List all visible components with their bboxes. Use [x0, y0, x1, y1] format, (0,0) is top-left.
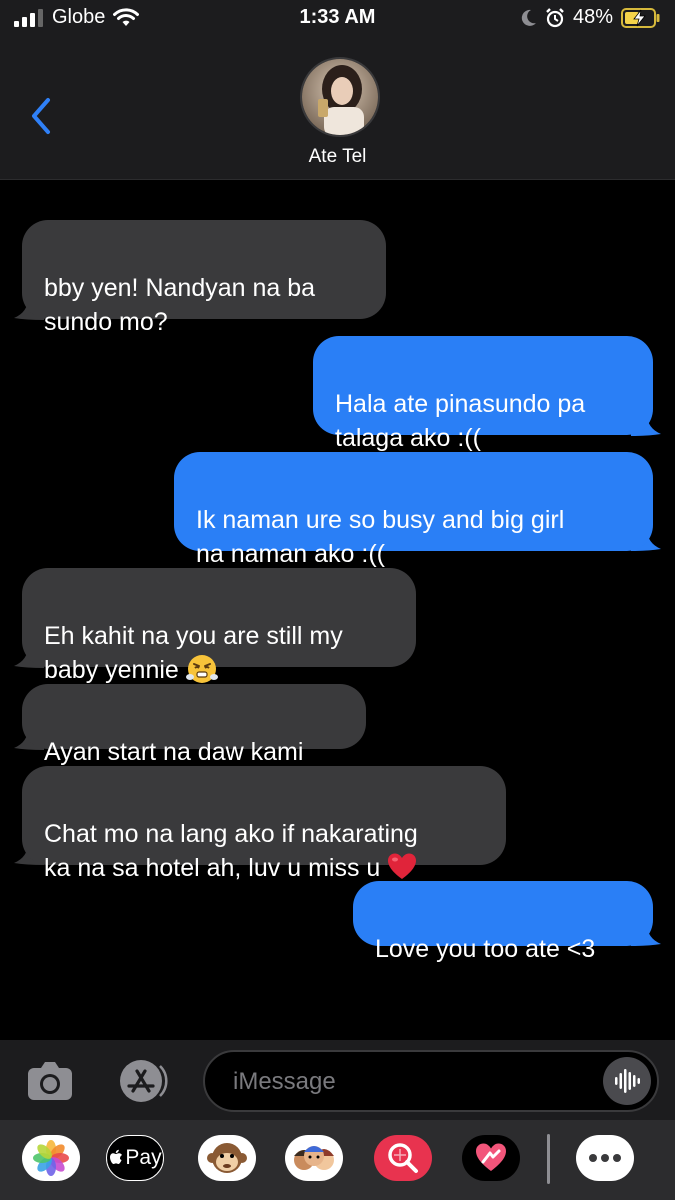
more-icon	[589, 1154, 621, 1162]
battery-percent: 48%	[572, 6, 613, 28]
conversation-header: Ate Tel	[0, 40, 675, 180]
message-bubble-incoming[interactable]: Ayan start na daw kami	[22, 684, 366, 766]
imessage-input[interactable]	[231, 1065, 595, 1099]
message-bubble-outgoing[interactable]: Hala ate pinasundo pa talaga ako :((	[313, 336, 653, 452]
message-thread: bby yen! Nandyan na ba sundo mo? Hala at…	[0, 180, 675, 1040]
app-store-icon[interactable]	[114, 1058, 170, 1104]
message-bubble-outgoing[interactable]: Love you too ate <3	[353, 881, 653, 963]
image-search-button[interactable]	[374, 1135, 432, 1181]
image-search-icon	[388, 1143, 418, 1173]
apple-pay-button[interactable]: Pay	[106, 1135, 164, 1181]
audio-message-button[interactable]	[603, 1057, 651, 1105]
memoji-stickers-button[interactable]	[285, 1135, 343, 1181]
apple-pay-label: Pay	[125, 1146, 162, 1169]
contact-name[interactable]: Ate Tel	[0, 146, 675, 168]
avatar-photo	[302, 59, 378, 135]
waveform-icon	[615, 1069, 640, 1093]
photos-icon	[33, 1140, 69, 1176]
alarm-icon	[546, 7, 564, 27]
huffing-face-emoji-icon	[185, 655, 218, 683]
animoji-button[interactable]	[198, 1135, 256, 1181]
status-right: 48%	[521, 6, 661, 29]
messages-screen: Globe 1:33 AM 48% Ate Tel bby yen! Nandy…	[0, 0, 675, 1200]
message-bubble-outgoing[interactable]: Ik naman ure so busy and big girl na nam…	[174, 452, 653, 568]
message-bubble-incoming[interactable]: Chat mo na lang ako if nakarating ka na …	[22, 766, 506, 882]
apple-icon	[110, 1149, 123, 1164]
drawer-divider	[547, 1134, 550, 1184]
photos-app-button[interactable]	[22, 1135, 80, 1181]
digital-touch-icon	[476, 1143, 506, 1171]
red-heart-emoji-icon	[388, 853, 417, 879]
app-drawer: Pay	[0, 1120, 675, 1200]
digital-touch-button[interactable]	[462, 1135, 520, 1181]
message-text: Hala ate pinasundo pa talaga ako :((	[335, 390, 586, 452]
imessage-input-field[interactable]	[203, 1050, 659, 1112]
contact-avatar[interactable]	[300, 57, 380, 137]
message-text: Love you too ate <3	[375, 935, 596, 963]
message-text: bby yen! Nandyan na ba sundo mo?	[44, 274, 316, 336]
moon-icon	[521, 9, 536, 26]
message-bubble-incoming[interactable]: bby yen! Nandyan na ba sundo mo?	[22, 220, 386, 336]
message-text: Ik naman ure so busy and big girl na nam…	[196, 506, 565, 568]
message-text: Chat mo na lang ako if nakarating ka na …	[44, 820, 418, 882]
message-bubble-incoming[interactable]: Eh kahit na you are still my baby yennie	[22, 568, 416, 684]
memoji-stickers-icon	[294, 1146, 334, 1170]
monkey-memoji-icon	[207, 1143, 247, 1173]
camera-icon[interactable]	[26, 1060, 74, 1102]
chevron-left-icon[interactable]	[26, 96, 56, 136]
more-apps-button[interactable]	[576, 1135, 634, 1181]
message-text: Ayan start na daw kami	[44, 738, 304, 766]
compose-bar	[0, 1040, 675, 1120]
status-bar: Globe 1:33 AM 48%	[0, 0, 675, 40]
battery-charging-icon	[621, 7, 660, 28]
